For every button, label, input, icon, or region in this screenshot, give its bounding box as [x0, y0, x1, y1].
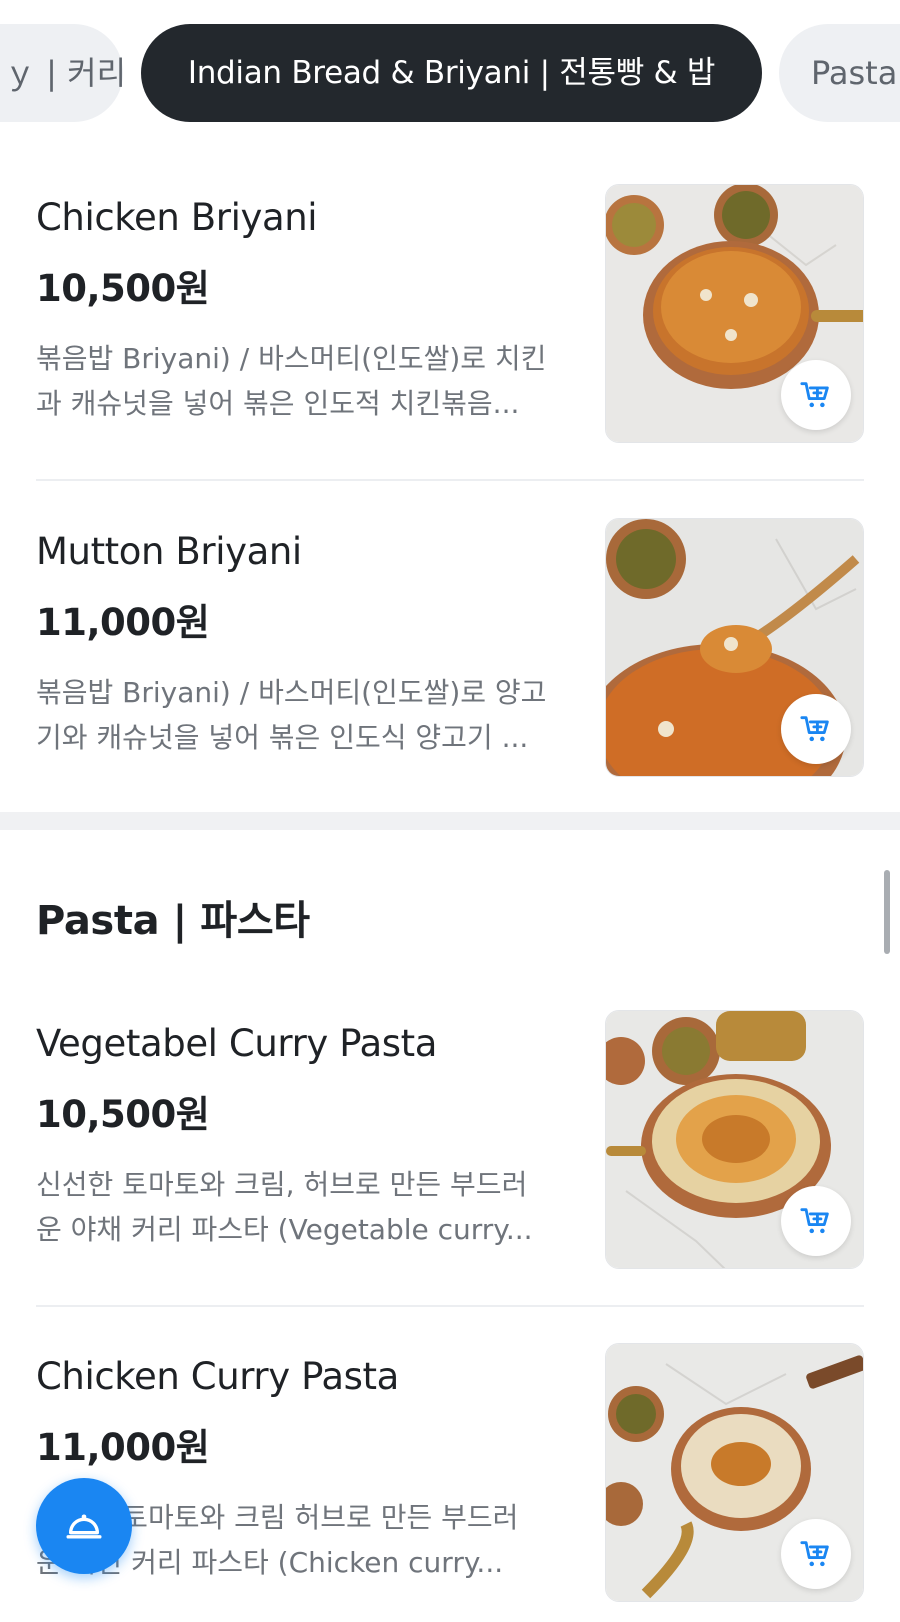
- add-to-cart-button[interactable]: [781, 360, 851, 430]
- scrollbar-thumb[interactable]: [884, 870, 890, 954]
- item-price: 11,000원: [36, 1426, 210, 1469]
- item-description: 신선한 토마토와 크림, 허브로 만든 부드러 운 야채 커리 파스타 (Veg…: [36, 1168, 533, 1246]
- item-name: Mutton Briyani: [36, 530, 302, 573]
- category-tabs: ｙ | 커리 Indian Bread & Briyani | 전통빵 & 밥 …: [0, 24, 900, 122]
- item-name: Chicken Curry Pasta: [36, 1355, 399, 1398]
- category-chip-curry[interactable]: ｙ | 커리: [0, 24, 126, 122]
- add-to-cart-button[interactable]: [781, 1519, 851, 1589]
- item-name: Chicken Briyani: [36, 196, 318, 239]
- divider: [36, 1305, 864, 1307]
- add-to-cart-button[interactable]: [781, 1186, 851, 1256]
- item-price: 10,500원: [36, 1093, 210, 1136]
- divider: [36, 479, 864, 481]
- cart-plus-icon: [800, 1541, 829, 1567]
- item-description: 볶음밥 Briyani) / 바스머티(인도쌀)로 치킨 과 캐슈넛을 넣어 볶…: [36, 342, 547, 420]
- item-name: Vegetabel Curry Pasta: [36, 1022, 438, 1065]
- item-price: 11,000원: [36, 601, 210, 644]
- category-chip-pasta[interactable]: Pasta: [779, 24, 900, 122]
- item-photo[interactable]: [605, 184, 864, 443]
- order-fab-button[interactable]: [36, 1478, 132, 1574]
- cart-plus-icon: [800, 382, 829, 408]
- item-description: 볶음밥 Briyani) / 바스머티(인도쌀)로 양고 기와 캐슈넛을 넣어 …: [36, 676, 547, 754]
- add-to-cart-button[interactable]: [781, 694, 851, 764]
- item-price: 10,500원: [36, 267, 210, 310]
- category-chip-bread-briyani[interactable]: Indian Bread & Briyani | 전통빵 & 밥: [141, 24, 762, 122]
- cart-plus-icon: [800, 1208, 829, 1234]
- cart-plus-icon: [800, 716, 829, 742]
- section-title-pasta: Pasta | 파스타: [36, 898, 310, 944]
- item-photo[interactable]: [605, 518, 864, 777]
- section-separator: [0, 812, 900, 830]
- item-photo[interactable]: [605, 1343, 864, 1602]
- cloche-icon: [66, 1514, 102, 1539]
- item-photo[interactable]: [605, 1010, 864, 1269]
